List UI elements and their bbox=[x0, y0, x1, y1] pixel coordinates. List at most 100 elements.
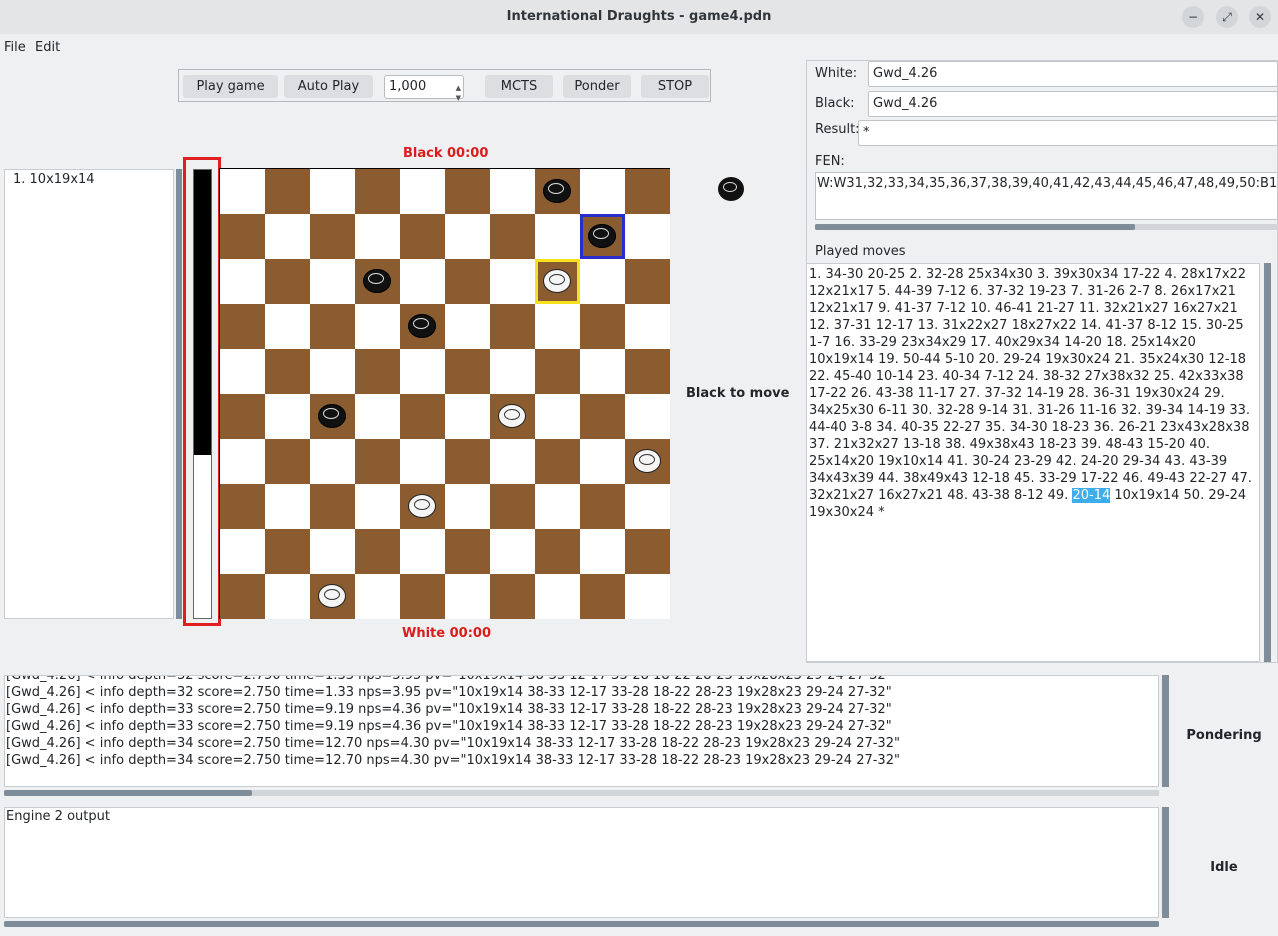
board-square[interactable] bbox=[625, 574, 670, 619]
engine1-output[interactable]: [Gwd_4.26] < info depth=32 score=2.750 t… bbox=[4, 675, 1159, 787]
board-square[interactable] bbox=[535, 304, 580, 349]
board-square[interactable] bbox=[625, 349, 670, 394]
board-square[interactable] bbox=[220, 574, 265, 619]
board-square[interactable] bbox=[265, 529, 310, 574]
black-piece[interactable] bbox=[318, 404, 346, 428]
spin-down-icon[interactable]: ▼ bbox=[456, 87, 461, 109]
white-player-field[interactable]: Gwd_4.26 bbox=[868, 61, 1278, 87]
board-square[interactable] bbox=[445, 214, 490, 259]
board-square[interactable] bbox=[400, 439, 445, 484]
black-piece[interactable] bbox=[543, 179, 571, 203]
list-item[interactable]: 1. 10x19x14 bbox=[13, 172, 165, 187]
board-square[interactable] bbox=[310, 439, 355, 484]
board-square[interactable] bbox=[265, 439, 310, 484]
board-square[interactable] bbox=[355, 484, 400, 529]
board-square[interactable] bbox=[220, 214, 265, 259]
minimize-button[interactable]: − bbox=[1182, 6, 1204, 28]
board-square[interactable] bbox=[490, 529, 535, 574]
board-square[interactable] bbox=[220, 484, 265, 529]
board-square[interactable] bbox=[625, 259, 670, 304]
board-square[interactable] bbox=[310, 169, 355, 214]
menu-file[interactable]: File bbox=[4, 40, 26, 55]
black-piece[interactable] bbox=[408, 314, 436, 338]
board-square[interactable] bbox=[490, 259, 535, 304]
menu-edit[interactable]: Edit bbox=[35, 40, 60, 55]
board-square[interactable] bbox=[445, 169, 490, 214]
stop-button[interactable]: STOP bbox=[641, 75, 709, 98]
maximize-button[interactable]: ⤢ bbox=[1216, 6, 1238, 28]
board-square[interactable] bbox=[355, 439, 400, 484]
board-square[interactable] bbox=[490, 304, 535, 349]
board-square[interactable] bbox=[535, 214, 580, 259]
result-field[interactable]: * bbox=[858, 120, 1278, 146]
time-spinbox[interactable]: 1,000 ▲ ▼ bbox=[384, 75, 464, 102]
board-square[interactable] bbox=[220, 259, 265, 304]
board-square[interactable] bbox=[490, 169, 535, 214]
board-square[interactable] bbox=[535, 439, 580, 484]
board-square[interactable] bbox=[445, 484, 490, 529]
board-square[interactable] bbox=[580, 349, 625, 394]
board-square[interactable] bbox=[445, 439, 490, 484]
board-square[interactable] bbox=[355, 214, 400, 259]
engine1-hscroll[interactable] bbox=[4, 790, 1159, 796]
board-square[interactable] bbox=[400, 349, 445, 394]
board-square[interactable] bbox=[355, 349, 400, 394]
white-piece[interactable] bbox=[543, 269, 571, 293]
board-square[interactable] bbox=[445, 259, 490, 304]
board-square[interactable] bbox=[265, 394, 310, 439]
engine2-hscroll[interactable] bbox=[4, 921, 1159, 927]
board-square[interactable] bbox=[445, 574, 490, 619]
board-square[interactable] bbox=[490, 574, 535, 619]
board-square[interactable] bbox=[400, 574, 445, 619]
board-square[interactable] bbox=[490, 349, 535, 394]
board-square[interactable] bbox=[445, 394, 490, 439]
board-square[interactable] bbox=[400, 214, 445, 259]
board-square[interactable] bbox=[265, 484, 310, 529]
board-square[interactable] bbox=[580, 484, 625, 529]
board-square[interactable] bbox=[265, 259, 310, 304]
board-square[interactable] bbox=[580, 439, 625, 484]
board-square[interactable] bbox=[580, 574, 625, 619]
board-square[interactable] bbox=[265, 214, 310, 259]
board-square[interactable] bbox=[490, 439, 535, 484]
board-square[interactable] bbox=[580, 304, 625, 349]
board-square[interactable] bbox=[535, 529, 580, 574]
board-square[interactable] bbox=[400, 169, 445, 214]
board-square[interactable] bbox=[625, 169, 670, 214]
board-square[interactable] bbox=[445, 304, 490, 349]
board-square[interactable] bbox=[625, 304, 670, 349]
board-square[interactable] bbox=[355, 304, 400, 349]
play-game-button[interactable]: Play game bbox=[183, 75, 278, 98]
fen-scrollbar[interactable] bbox=[815, 224, 1278, 230]
board-square[interactable] bbox=[625, 394, 670, 439]
board-square[interactable] bbox=[355, 574, 400, 619]
close-button[interactable]: ✕ bbox=[1249, 6, 1271, 28]
board-square[interactable] bbox=[355, 169, 400, 214]
board-square[interactable] bbox=[490, 484, 535, 529]
board-square[interactable] bbox=[490, 214, 535, 259]
black-piece[interactable] bbox=[363, 269, 391, 293]
board-square[interactable] bbox=[625, 214, 670, 259]
engine2-vscroll[interactable] bbox=[1162, 807, 1169, 918]
board-square[interactable] bbox=[310, 529, 355, 574]
board-square[interactable] bbox=[355, 394, 400, 439]
engine2-output[interactable]: Engine 2 output bbox=[4, 807, 1159, 918]
engine1-hscroll-thumb[interactable] bbox=[4, 790, 252, 796]
board-square[interactable] bbox=[220, 529, 265, 574]
move-list[interactable]: 1. 10x19x14 bbox=[4, 169, 174, 619]
board-square[interactable] bbox=[310, 304, 355, 349]
board-square[interactable] bbox=[265, 169, 310, 214]
current-move-highlight[interactable]: 20-14 bbox=[1072, 488, 1111, 503]
board-square[interactable] bbox=[625, 484, 670, 529]
draughts-board[interactable] bbox=[219, 168, 670, 619]
white-piece[interactable] bbox=[633, 449, 661, 473]
board-square[interactable] bbox=[220, 394, 265, 439]
black-piece[interactable] bbox=[588, 224, 616, 248]
white-piece[interactable] bbox=[318, 584, 346, 608]
board-square[interactable] bbox=[445, 349, 490, 394]
board-square[interactable] bbox=[580, 259, 625, 304]
engine1-vscroll[interactable] bbox=[1162, 675, 1169, 787]
board-square[interactable] bbox=[265, 349, 310, 394]
engine2-hscroll-thumb[interactable] bbox=[4, 921, 1159, 927]
board-square[interactable] bbox=[535, 394, 580, 439]
